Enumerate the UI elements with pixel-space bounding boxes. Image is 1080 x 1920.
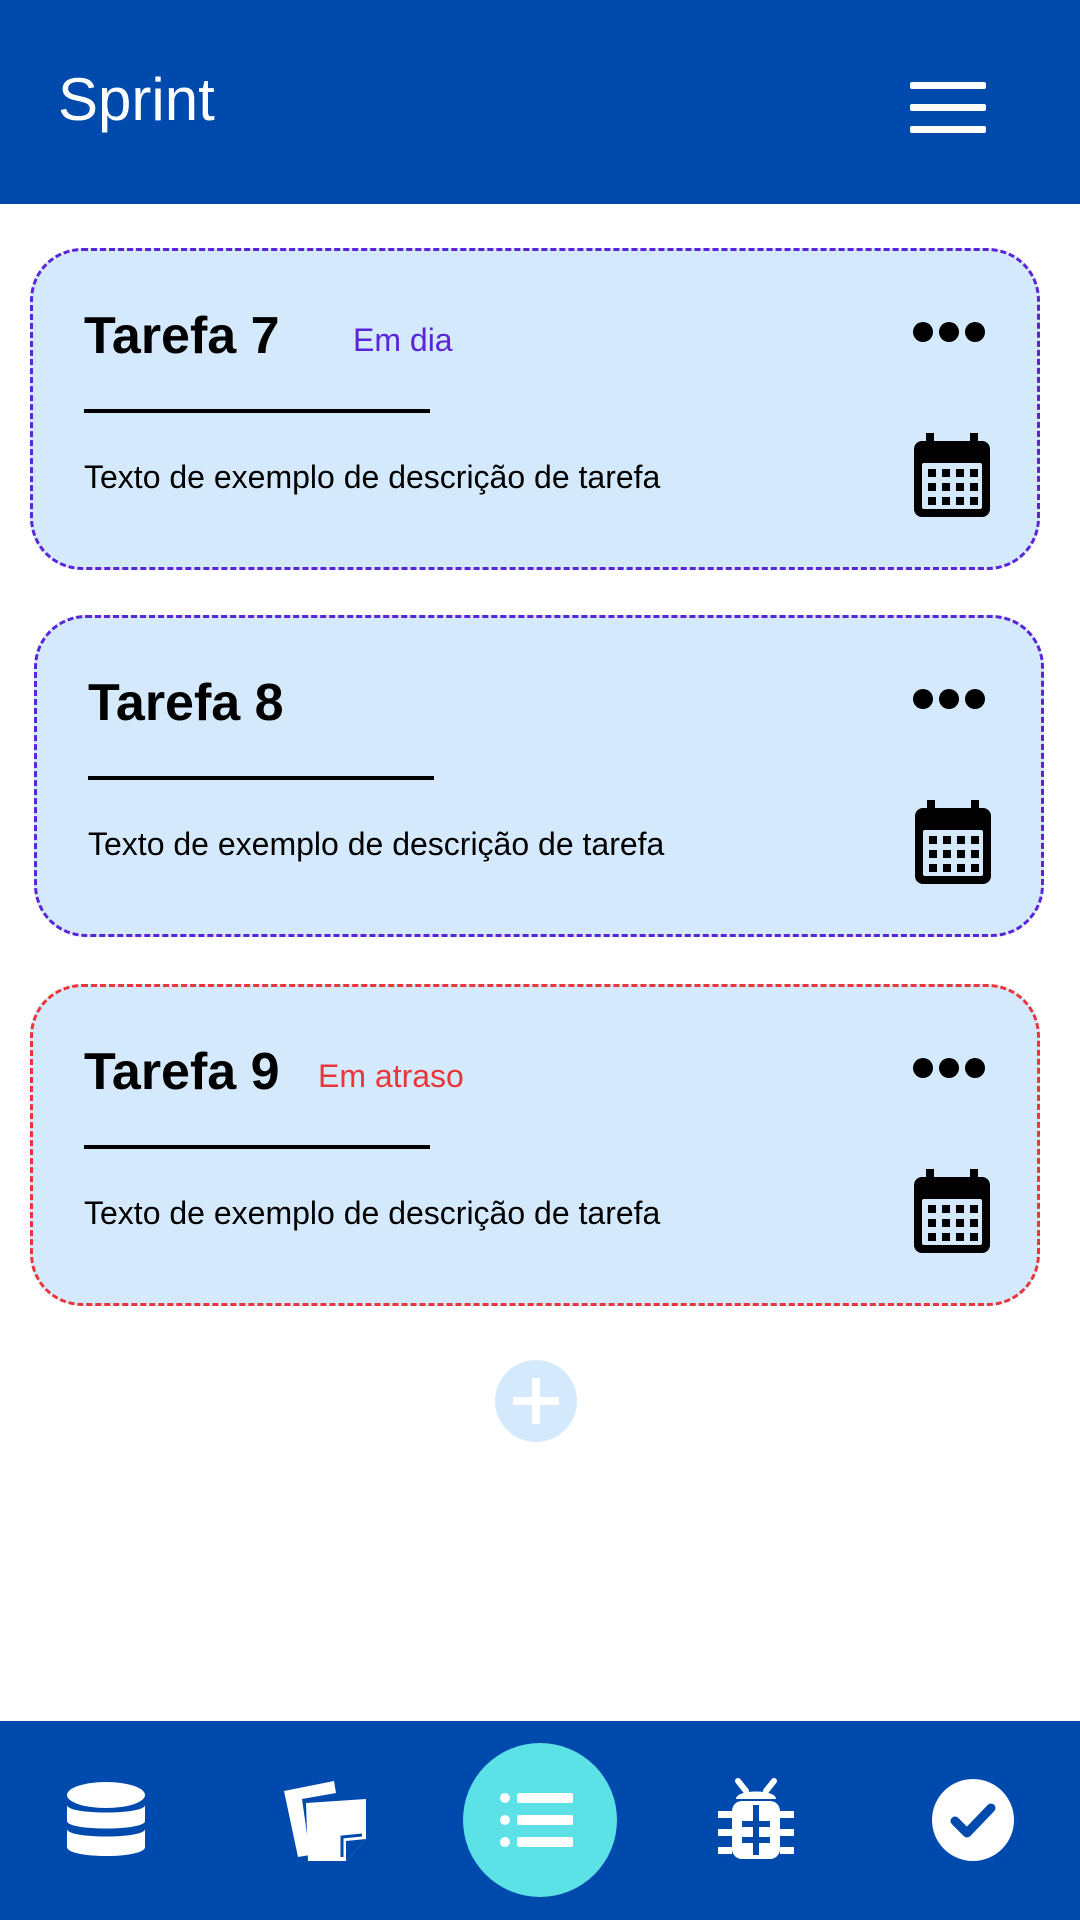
calendar-icon[interactable] <box>912 433 992 519</box>
task-title: Tarefa 8 <box>88 674 284 732</box>
task-description: Texto de exemplo de descrição de tarefa <box>88 826 665 862</box>
divider <box>84 1145 430 1149</box>
cards-icon[interactable] <box>280 1777 368 1865</box>
task-description: Texto de exemplo de descrição de tarefa <box>84 1195 661 1231</box>
hamburger-menu-icon[interactable] <box>908 82 988 134</box>
task-title: Tarefa 7 <box>84 307 280 365</box>
bottom-navigation <box>0 1721 1080 1920</box>
task-status-badge: Em atraso <box>318 1058 464 1094</box>
nav-tasks-list-button[interactable] <box>463 1743 617 1897</box>
add-task-button[interactable] <box>495 1360 577 1442</box>
top-app-bar: Sprint <box>0 0 1080 204</box>
more-options-icon[interactable] <box>913 319 985 345</box>
task-status-badge: Em dia <box>353 322 453 358</box>
database-icon[interactable] <box>66 1781 146 1863</box>
divider <box>84 409 430 413</box>
calendar-icon[interactable] <box>913 800 993 886</box>
more-options-icon[interactable] <box>913 1055 985 1081</box>
task-card[interactable]: Tarefa 9 Em atraso Texto de exemplo de d… <box>30 984 1040 1306</box>
calendar-icon[interactable] <box>912 1169 992 1255</box>
task-description: Texto de exemplo de descrição de tarefa <box>84 459 661 495</box>
app-screen: Sprint Tarefa 7 Em dia Texto de exemplo … <box>0 0 1080 1920</box>
page-title: Sprint <box>58 66 215 133</box>
more-options-icon[interactable] <box>913 686 985 712</box>
check-circle-icon[interactable] <box>931 1778 1015 1862</box>
list-icon <box>500 1793 573 1847</box>
task-title: Tarefa 9 <box>84 1043 280 1101</box>
divider <box>88 776 434 780</box>
bug-icon[interactable] <box>716 1777 796 1863</box>
task-card[interactable]: Tarefa 8 Texto de exemplo de descrição d… <box>34 615 1044 937</box>
task-card[interactable]: Tarefa 7 Em dia Texto de exemplo de desc… <box>30 248 1040 570</box>
plus-icon <box>513 1378 559 1424</box>
